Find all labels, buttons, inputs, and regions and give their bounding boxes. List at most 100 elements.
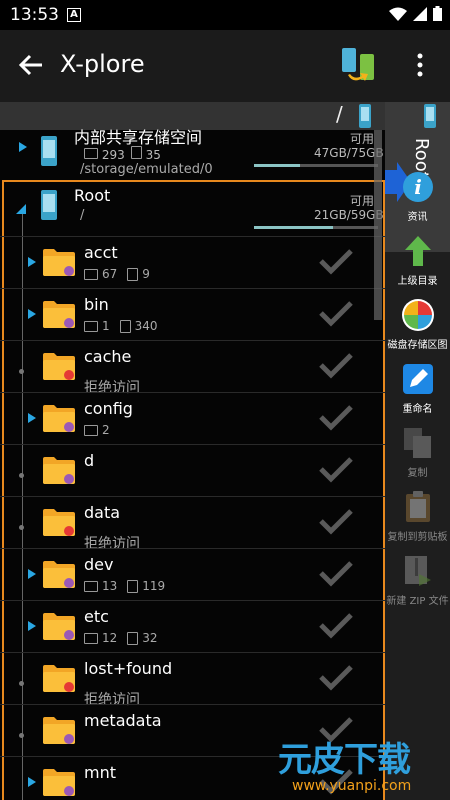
folder-icon	[43, 301, 75, 328]
tool-up-arrow[interactable]: 上级目录	[385, 234, 450, 287]
select-check-icon[interactable]	[318, 351, 354, 379]
copy-icon	[385, 426, 450, 464]
folder-name: cache	[84, 347, 132, 366]
root-avail-label: 可用	[350, 194, 375, 208]
wifi-icon	[389, 7, 407, 21]
tool-label: 重命名	[402, 404, 433, 415]
folder-name: lost+found	[84, 659, 173, 678]
expand-arrow-icon[interactable]	[28, 777, 36, 787]
up-arrow-icon	[385, 234, 450, 272]
folder-counts: 2	[84, 423, 110, 437]
clipboard-icon	[385, 490, 450, 528]
app-title: X-plore	[60, 50, 145, 78]
select-check-icon[interactable]	[318, 455, 354, 483]
folder-icon	[43, 717, 75, 744]
status-time: 13:53	[10, 5, 59, 25]
tool-label: 新建 ZIP 文件	[386, 596, 449, 607]
folder-icon	[43, 457, 75, 484]
info-icon: i	[385, 170, 450, 208]
phone-storage-icon	[41, 136, 57, 166]
tool-disk-map[interactable]: 磁盘存储区图	[385, 298, 450, 351]
app-bar: X-plore	[0, 30, 450, 102]
collapse-arrow-icon[interactable]	[16, 204, 26, 214]
select-check-icon[interactable]	[318, 663, 354, 691]
folder-counts: 67 9	[84, 267, 150, 281]
phone-root-icon	[41, 190, 57, 220]
expand-arrow-icon[interactable]	[28, 413, 36, 423]
folder-icon	[43, 405, 75, 432]
folder-icon	[43, 561, 75, 588]
tool-label: 资讯	[407, 212, 428, 223]
tree-dot	[19, 681, 24, 686]
folder-name: config	[84, 399, 133, 418]
battery-icon	[433, 6, 442, 21]
tool-zip[interactable]: 新建 ZIP 文件	[385, 554, 450, 607]
expand-arrow-icon[interactable]	[28, 569, 36, 579]
subfolder-icon	[84, 320, 98, 332]
subfolder-icon	[84, 268, 98, 280]
root-entry[interactable]: Root / 可用 21GB/59GB	[0, 180, 385, 236]
storage-path: /storage/emulated/0	[80, 162, 213, 177]
root-usage-bar	[254, 226, 378, 229]
file-list-panel[interactable]: / 内部共享存储空间 293 35 /storage/emulated/0 可用…	[0, 102, 385, 800]
folder-name: metadata	[84, 711, 162, 730]
current-path: /	[336, 102, 343, 126]
back-arrow-icon[interactable]	[16, 50, 46, 80]
expand-arrow-icon[interactable]	[19, 142, 27, 152]
folder-name: d	[84, 451, 95, 470]
tool-label: 复制到剪贴板	[387, 532, 448, 543]
subfolder-icon	[84, 424, 98, 436]
tree-dot	[19, 473, 24, 478]
root-path: /	[80, 208, 85, 223]
file-count-icon	[127, 267, 139, 281]
select-check-icon[interactable]	[318, 247, 354, 275]
signal-icon	[413, 6, 427, 21]
select-check-icon[interactable]	[318, 403, 354, 431]
folder-counts: 1 340	[84, 319, 158, 333]
folder-name: data	[84, 503, 121, 522]
tree-dot	[19, 733, 24, 738]
overflow-menu-icon[interactable]	[410, 50, 430, 80]
folder-counts: 13 119	[84, 579, 165, 593]
select-check-icon[interactable]	[318, 299, 354, 327]
folder-name: dev	[84, 555, 114, 574]
select-check-icon[interactable]	[318, 559, 354, 587]
phone-icon	[424, 104, 436, 128]
folder-name: etc	[84, 607, 109, 626]
folder-icon	[43, 249, 75, 276]
tree-dot	[19, 369, 24, 374]
folder-counts: 12 32	[84, 631, 158, 645]
folder-icon	[43, 665, 75, 692]
folder-icon	[43, 769, 75, 796]
tool-rename[interactable]: 重命名	[385, 362, 450, 415]
svg-text:i: i	[414, 175, 422, 199]
tree-dot	[19, 525, 24, 530]
tool-label: 上级目录	[397, 276, 438, 287]
scrollbar-thumb[interactable]	[374, 130, 382, 320]
watermark: 元皮下载 www.yuanpi.com	[272, 730, 450, 800]
zip-icon	[385, 554, 450, 592]
system-icons	[389, 6, 442, 21]
right-toolbar: Root i 资讯 上级目录 磁盘存储区图 重命名 复制 复制到剪贴板 新建 ZIP 文件	[385, 102, 450, 800]
folder-name: acct	[84, 243, 118, 262]
storage-entry-internal[interactable]: 内部共享存储空间 293 35 /storage/emulated/0 可用 4…	[0, 124, 385, 180]
status-bar: 13:53 A	[0, 0, 450, 30]
tool-info[interactable]: i 资讯	[385, 170, 450, 223]
tool-label: 磁盘存储区图	[387, 340, 448, 351]
watermark-text: 元皮下载	[278, 740, 411, 780]
dual-pane-icon[interactable]	[338, 44, 378, 84]
select-check-icon[interactable]	[318, 507, 354, 535]
storage-usage-bar	[254, 164, 378, 167]
expand-arrow-icon[interactable]	[28, 309, 36, 319]
subfolder-icon	[84, 580, 98, 592]
select-check-icon[interactable]	[318, 611, 354, 639]
folder-icon	[43, 353, 75, 380]
expand-arrow-icon[interactable]	[28, 257, 36, 267]
storage-name: 内部共享存储空间	[74, 128, 203, 147]
tool-label: 复制	[407, 468, 428, 479]
expand-arrow-icon[interactable]	[28, 621, 36, 631]
tool-clipboard[interactable]: 复制到剪贴板	[385, 490, 450, 543]
file-count-icon	[127, 631, 139, 645]
storage-counts: 293 35	[84, 146, 161, 162]
tool-copy[interactable]: 复制	[385, 426, 450, 479]
